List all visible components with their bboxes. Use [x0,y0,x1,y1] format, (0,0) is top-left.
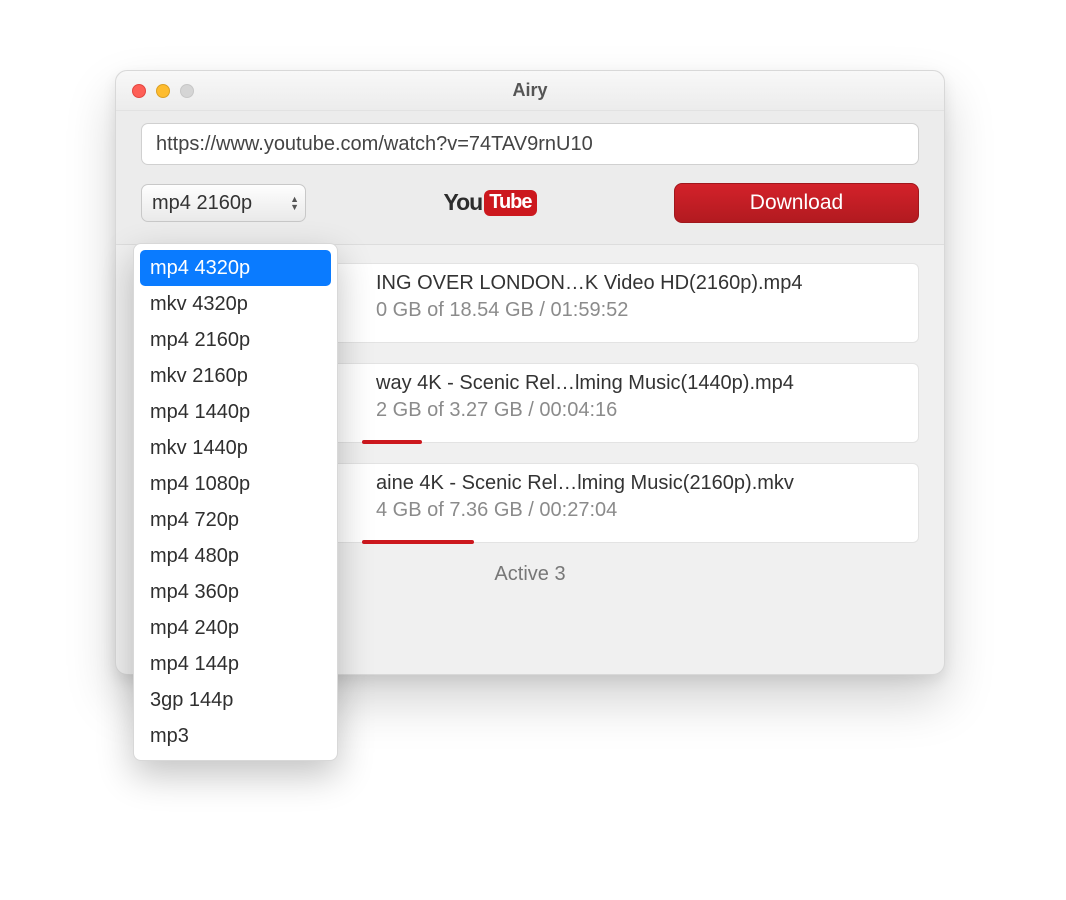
dropdown-item[interactable]: mp4 720p [140,502,331,538]
youtube-logo: You Tube [443,189,536,218]
download-title: ING OVER LONDON…K Video HD(2160p).mp4 [376,272,904,295]
dropdown-item[interactable]: mp4 240p [140,610,331,646]
chevron-updown-icon: ▲▼ [290,185,299,221]
youtube-logo-you: You [443,189,482,218]
download-status: 2 GB of 3.27 GB / 00:04:16 [376,399,904,422]
format-select-value: mp4 2160p [152,192,252,215]
toolbar: mp4 2160p ▲▼ You Tube Download [116,111,944,245]
url-input[interactable] [141,123,919,165]
download-status: 0 GB of 18.54 GB / 01:59:52 [376,299,904,322]
dropdown-item[interactable]: mkv 2160p [140,358,331,394]
download-status: 4 GB of 7.36 GB / 00:27:04 [376,499,904,522]
app-window: Airy mp4 2160p ▲▼ You Tube Download ING … [115,70,945,675]
youtube-logo-tube: Tube [484,190,536,216]
progress-bar [362,540,474,544]
dropdown-item[interactable]: mp4 480p [140,538,331,574]
format-select[interactable]: mp4 2160p ▲▼ [141,184,306,222]
dropdown-item[interactable]: mkv 1440p [140,430,331,466]
dropdown-item[interactable]: mp4 2160p [140,322,331,358]
download-button[interactable]: Download [674,183,919,223]
format-dropdown[interactable]: mp4 4320p mkv 4320p mp4 2160p mkv 2160p … [133,243,338,761]
dropdown-item[interactable]: mp4 144p [140,646,331,682]
dropdown-item[interactable]: mkv 4320p [140,286,331,322]
titlebar: Airy [116,71,944,111]
dropdown-item[interactable]: mp4 4320p [140,250,331,286]
window-title: Airy [116,80,944,101]
dropdown-item[interactable]: mp4 360p [140,574,331,610]
dropdown-item[interactable]: mp4 1080p [140,466,331,502]
dropdown-item[interactable]: mp4 1440p [140,394,331,430]
dropdown-item[interactable]: 3gp 144p [140,682,331,718]
download-title: way 4K - Scenic Rel…lming Music(1440p).m… [376,372,904,395]
progress-bar [362,440,422,444]
download-title: aine 4K - Scenic Rel…lming Music(2160p).… [376,472,904,495]
dropdown-item[interactable]: mp3 [140,718,331,754]
